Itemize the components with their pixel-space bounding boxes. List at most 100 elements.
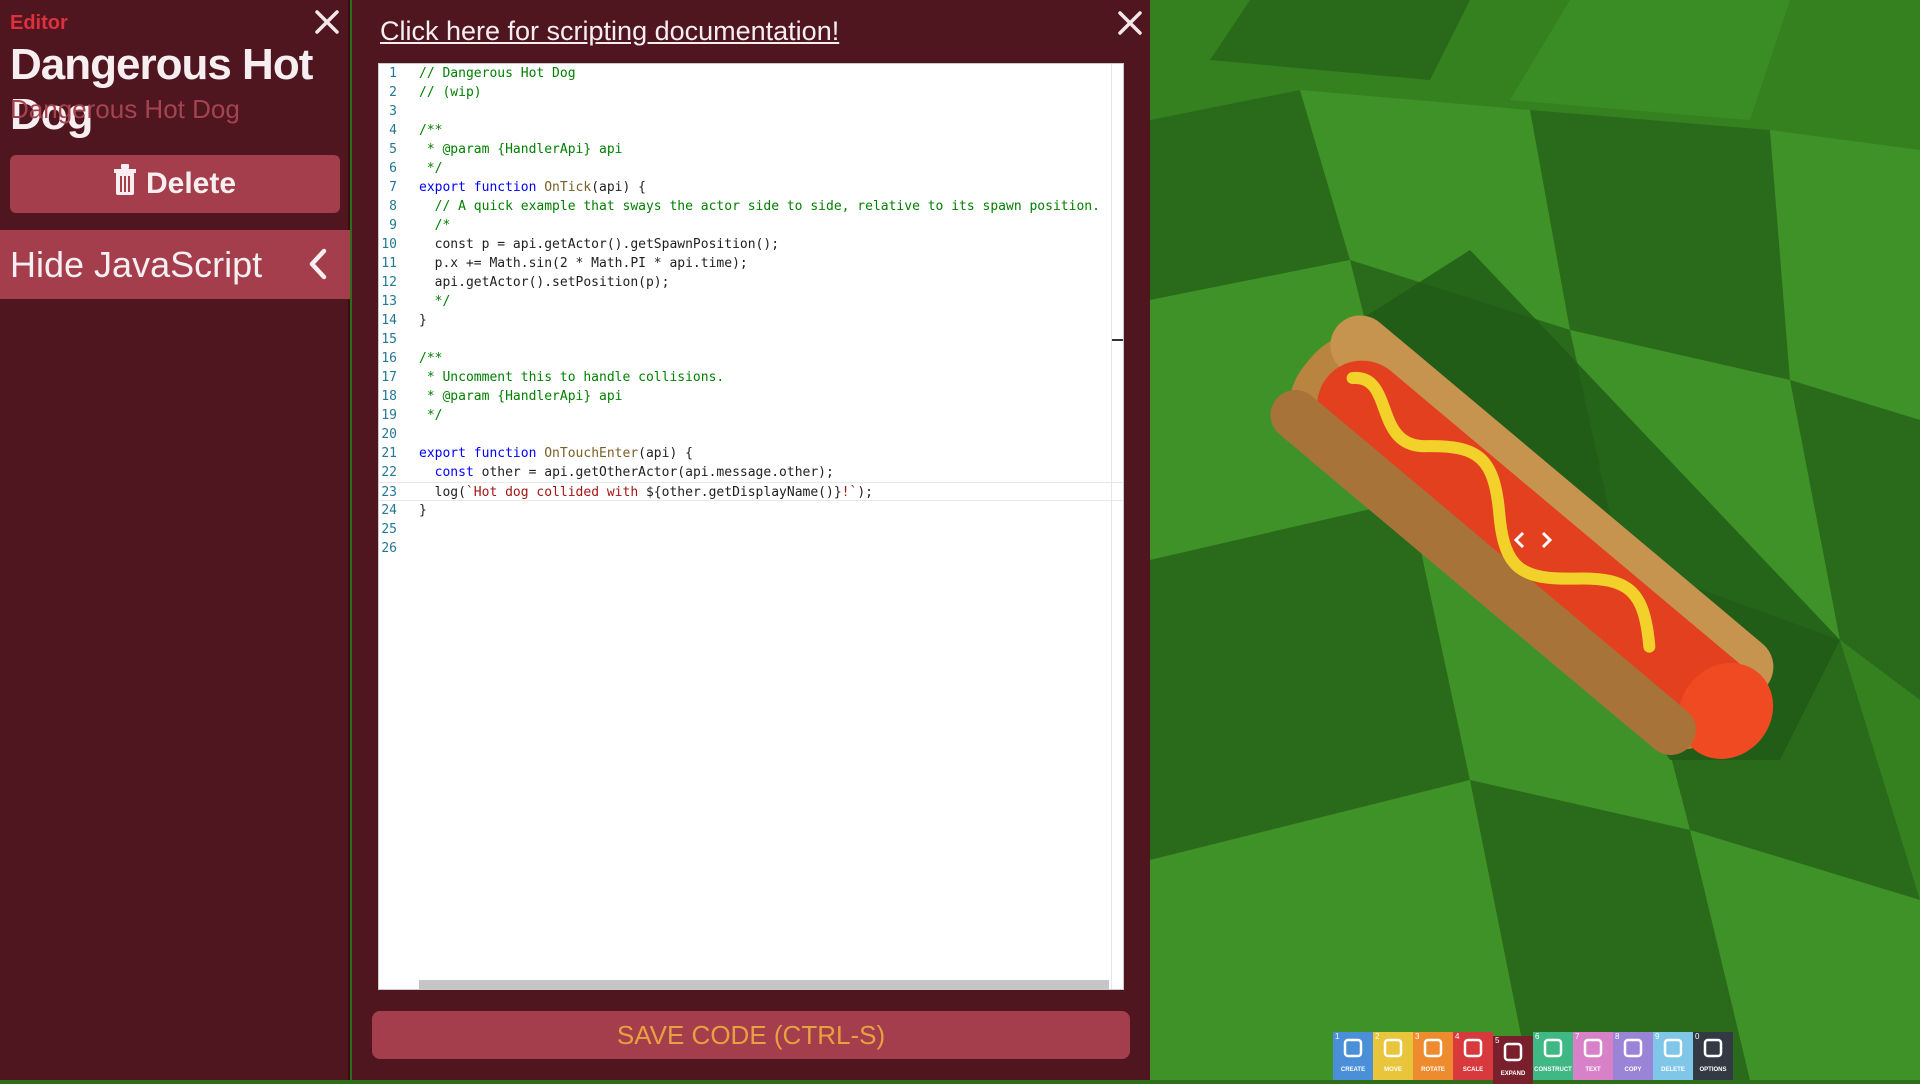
line-content: // A quick example that sways the actor …	[419, 199, 1100, 214]
scripting-docs-link[interactable]: Click here for scripting documentation!	[380, 16, 839, 47]
gear-icon	[1701, 1036, 1725, 1065]
line-content: export function OnTouchEnter(api) {	[419, 446, 693, 461]
tool-shortcut: 8	[1615, 1032, 1620, 1041]
line-content: /*	[419, 218, 451, 233]
line-number: 22	[381, 465, 397, 480]
code-line[interactable]: 14}	[379, 311, 1123, 330]
line-content: /**	[419, 123, 443, 138]
line-number: 1	[389, 66, 397, 81]
scene-render	[1150, 0, 1920, 1080]
tool-copy[interactable]: 8 COPY	[1613, 1032, 1653, 1080]
tool-create[interactable]: 1 CREATE	[1333, 1032, 1373, 1080]
hide-javascript-label: Hide JavaScript	[10, 243, 263, 285]
code-line[interactable]: 5 * @param {HandlerApi} api	[379, 140, 1123, 159]
code-line[interactable]: 7 export function OnTick(api) {	[379, 178, 1123, 197]
line-number: 3	[389, 104, 397, 119]
code-editor-panel: Click here for scripting documentation! …	[352, 0, 1150, 1080]
code-line[interactable]: 9 /*	[379, 216, 1123, 235]
actor-title: Dangerous Hot Dog	[10, 40, 313, 139]
code-line[interactable]: 13 */	[379, 292, 1123, 311]
tool-label: TEXT	[1585, 1067, 1601, 1073]
code-line[interactable]: 16 /**	[379, 349, 1123, 368]
line-content: }	[419, 313, 427, 328]
editor-ruler	[1111, 64, 1112, 989]
tool-shortcut: 3	[1415, 1032, 1420, 1041]
line-number: 20	[381, 427, 397, 442]
delete-label: Delete	[145, 167, 237, 200]
line-number: 9	[389, 218, 397, 233]
code-line[interactable]: 25	[379, 520, 1123, 539]
code-line[interactable]: 11 p.x += Math.sin(2 * Math.PI * api.tim…	[379, 254, 1123, 273]
hide-javascript-button[interactable]: Hide JavaScript	[0, 230, 350, 299]
code-line[interactable]: 10 const p = api.getActor().getSpawnPosi…	[379, 235, 1123, 254]
tool-label: ROTATE	[1421, 1067, 1445, 1073]
code-line[interactable]: 12 api.getActor().setPosition(p);	[379, 273, 1123, 292]
line-number: 16	[381, 351, 397, 366]
tool-expand[interactable]: 5 EXPAND	[1493, 1036, 1533, 1084]
code-line[interactable]: 3	[379, 102, 1123, 121]
code-line[interactable]: 21 export function OnTouchEnter(api) {	[379, 444, 1123, 463]
code-line[interactable]: 2 // (wip)	[379, 83, 1123, 102]
code-line[interactable]: 15	[379, 330, 1123, 349]
code-line[interactable]: 17 * Uncomment this to handle collisions…	[379, 368, 1123, 387]
sidebar-close-icon[interactable]	[311, 8, 343, 40]
tool-construct[interactable]: 6 CONSTRUCT	[1533, 1032, 1573, 1080]
code-line[interactable]: 19 */	[379, 406, 1123, 425]
line-content: const p = api.getActor().getSpawnPositio…	[419, 237, 780, 252]
code-line[interactable]: 20	[379, 425, 1123, 444]
line-content: /**	[419, 351, 443, 366]
tool-move[interactable]: 2 MOVE	[1373, 1032, 1413, 1080]
horizontal-scrollbar[interactable]	[419, 980, 1109, 989]
move-icon	[1381, 1036, 1405, 1065]
scale-icon	[1461, 1036, 1485, 1065]
tool-delete[interactable]: 9 DELETE	[1653, 1032, 1693, 1080]
line-number: 17	[381, 370, 397, 385]
trash-icon	[113, 164, 136, 204]
code-line[interactable]: 22 const other = api.getOtherActor(api.m…	[379, 463, 1123, 482]
line-number: 26	[381, 541, 397, 556]
editor-sidebar: Editor Dangerous Hot Dog Dangerous Hot D…	[0, 0, 350, 1080]
line-number: 14	[381, 313, 397, 328]
tool-shortcut: 4	[1455, 1032, 1460, 1041]
tool-label: MOVE	[1384, 1067, 1402, 1073]
code-line[interactable]: 23 log(`Hot dog collided with ${other.ge…	[379, 482, 1123, 501]
actor-subtitle: Dangerous Hot Dog	[10, 94, 240, 124]
code-line[interactable]: 4 /**	[379, 121, 1123, 140]
save-code-button[interactable]: SAVE CODE (CTRL-S)	[372, 1011, 1130, 1059]
game-viewport[interactable]	[1150, 0, 1920, 1080]
code-line[interactable]: 1 // Dangerous Hot Dog	[379, 64, 1123, 83]
code-line[interactable]: 8 // A quick example that sways the acto…	[379, 197, 1123, 216]
code-line[interactable]: 26	[379, 539, 1123, 558]
line-content: * @param {HandlerApi} api	[419, 142, 623, 157]
tool-rotate[interactable]: 3 ROTATE	[1413, 1032, 1453, 1080]
tool-text[interactable]: 7 TEXT	[1573, 1032, 1613, 1080]
delete-button[interactable]: Delete	[10, 155, 340, 213]
code-icon	[1501, 1040, 1525, 1069]
line-number: 4	[389, 123, 397, 138]
code-line[interactable]: 6 */	[379, 159, 1123, 178]
tool-options[interactable]: 0 OPTIONS	[1693, 1032, 1733, 1080]
line-number: 5	[389, 142, 397, 157]
chevron-left-icon	[308, 248, 328, 285]
line-number: 13	[381, 294, 397, 309]
line-number: 19	[381, 408, 397, 423]
code-line[interactable]: 24}	[379, 501, 1123, 520]
line-content: // Dangerous Hot Dog	[419, 66, 576, 81]
code-line[interactable]: 18 * @param {HandlerApi} api	[379, 387, 1123, 406]
trash-icon	[1661, 1036, 1685, 1065]
line-number: 8	[389, 199, 397, 214]
editor-close-icon[interactable]	[1112, 6, 1148, 42]
sidebar-section-label: Editor	[10, 12, 68, 34]
line-content: */	[419, 161, 443, 176]
line-number: 15	[381, 332, 397, 347]
line-number: 2	[389, 85, 397, 100]
line-content: * @param {HandlerApi} api	[419, 389, 623, 404]
line-content: }	[419, 503, 427, 518]
code-editor[interactable]: 1 // Dangerous Hot Dog 2 // (wip) 3 4 /** 5 * @…	[378, 63, 1124, 990]
code-lines[interactable]: 1 // Dangerous Hot Dog 2 // (wip) 3 4 /** 5 * @…	[379, 64, 1123, 558]
line-number: 11	[381, 256, 397, 271]
line-number: 12	[381, 275, 397, 290]
line-number: 7	[389, 180, 397, 195]
tool-scale[interactable]: 4 SCALE	[1453, 1032, 1493, 1080]
tool-label: EXPAND	[1500, 1071, 1526, 1077]
